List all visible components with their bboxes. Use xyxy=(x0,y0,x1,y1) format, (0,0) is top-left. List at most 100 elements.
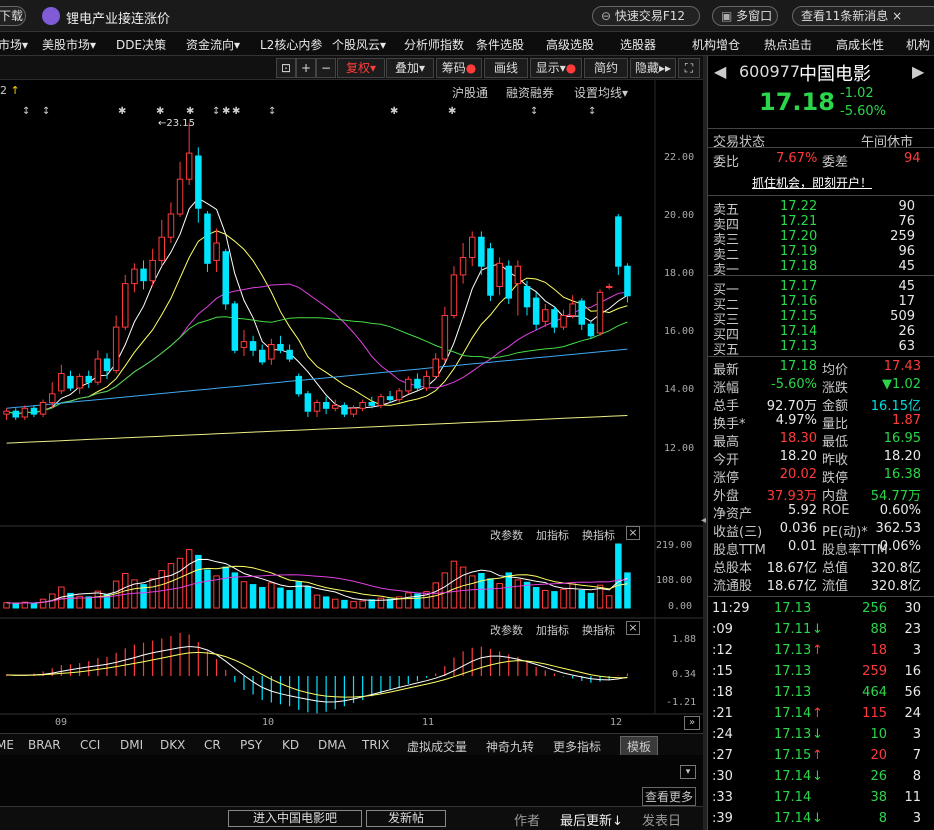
macd-add-indicator-button[interactable]: 加指标 xyxy=(536,622,569,638)
tick-time: :15 xyxy=(712,664,733,679)
tab-virtual-volume[interactable]: 虚拟成交量 xyxy=(407,738,467,755)
candle-body xyxy=(112,326,120,372)
tick-row: :24 17.13 ↓ 10 3 xyxy=(708,727,934,745)
open-account-link[interactable]: 抓住机会，即刻开户！ xyxy=(752,174,872,191)
volume-bar xyxy=(286,590,293,609)
next-stock-icon[interactable]: ▶ xyxy=(912,62,924,81)
tab-psy[interactable]: PSY xyxy=(240,738,262,752)
forum-button[interactable]: 进入中国电影吧 xyxy=(228,810,362,827)
tab-dmi[interactable]: DMI xyxy=(120,738,143,752)
nav-item-us-market[interactable]: 美股市场▾ xyxy=(42,36,96,53)
x-label-12: 12 xyxy=(610,717,623,728)
vol-params-button[interactable]: 改参数 xyxy=(490,527,523,543)
candle-body xyxy=(259,349,266,363)
nav-item-dde[interactable]: DDE决策 xyxy=(116,36,166,53)
volume-bar xyxy=(487,578,494,609)
vol-add-indicator-button[interactable]: 加指标 xyxy=(536,527,569,543)
tab-dkx[interactable]: DKX xyxy=(160,738,185,752)
volume-bar xyxy=(450,560,458,609)
candle-body xyxy=(222,251,229,305)
stat-row: 今开 18.20 昨收 18.20 xyxy=(708,449,934,468)
kline-chart[interactable]: ↕ ↕ ✱ ✱ ✱ ↕ ✱ ✱ ↕ ✱ ✱ ↕ ↕ xyxy=(0,56,703,806)
author-column-header[interactable]: 作者 xyxy=(514,810,540,829)
volume-bar xyxy=(195,554,202,609)
price-tick-14: 14.00 xyxy=(664,384,695,395)
volume-bar xyxy=(158,570,165,609)
ask-price: 17.18 xyxy=(780,259,818,274)
view-more-button[interactable]: 查看更多 xyxy=(642,787,697,806)
nav-item-fund-flow[interactable]: 资金流向▾ xyxy=(186,36,240,53)
event-marker-icon: ✱ xyxy=(448,106,456,117)
new-post-button[interactable]: 发新帖 xyxy=(366,810,446,827)
ma120-line xyxy=(6,415,628,444)
nav-item-hot-chase[interactable]: 热点追击 xyxy=(764,36,812,53)
weicha-label: 委差 xyxy=(822,155,849,170)
tick-up-arrow-icon: ↑ xyxy=(812,643,823,658)
scroll-right-icon[interactable]: » xyxy=(684,716,700,730)
book-divider xyxy=(708,275,934,276)
volume-bar xyxy=(459,566,467,609)
tick-down-arrow-icon: ↓ xyxy=(812,811,823,826)
volume-bar xyxy=(615,543,622,609)
news-ticker[interactable]: 锂电产业接连涨价 xyxy=(66,8,170,27)
bid-price: 17.17 xyxy=(780,279,818,294)
tab-trix[interactable]: TRIX xyxy=(362,738,389,752)
tab-cr[interactable]: CR xyxy=(204,738,221,752)
candle-body xyxy=(587,323,595,337)
tick-volume: 8 xyxy=(878,811,887,826)
tab-more-indicators[interactable]: 更多指标 xyxy=(553,738,601,755)
vol-close-icon[interactable]: × xyxy=(626,526,640,540)
nav-item-condition-select[interactable]: 条件选股 xyxy=(476,36,524,53)
ask-price: 17.21 xyxy=(780,214,818,229)
ask-volume: 76 xyxy=(898,214,915,229)
stat-label: 净资产 xyxy=(713,507,753,522)
volume-bar xyxy=(587,592,595,609)
tab-kd[interactable]: KD xyxy=(282,738,299,752)
bid-volume: 45 xyxy=(898,279,915,294)
nav-item-l2[interactable]: L2核心内参 xyxy=(260,36,322,53)
bid-price: 17.13 xyxy=(780,339,818,354)
tab-me[interactable]: ME xyxy=(0,738,14,752)
candle-body xyxy=(140,268,147,282)
candle-body xyxy=(277,344,284,351)
post-date-column-header[interactable]: 发表日 xyxy=(642,810,681,829)
market-nav: 市场▾ 美股市场▾ DDE决策 资金流向▾ L2核心内参 个股风云▾ 分析师指数… xyxy=(0,32,934,56)
nav-item-institution[interactable]: 机构 xyxy=(906,36,930,53)
view-news-button[interactable]: 查看11条新消息 × xyxy=(792,6,934,26)
volume-bar xyxy=(204,569,211,609)
tab-dma[interactable]: DMA xyxy=(318,738,346,752)
nav-item-inst-increase[interactable]: 机构增仓 xyxy=(692,36,740,53)
ask-volume: 90 xyxy=(898,199,915,214)
stat-value: 0.036 xyxy=(779,521,817,536)
nav-item-stock-picker[interactable]: 选股器 xyxy=(620,36,656,53)
prev-stock-icon[interactable]: ◀ xyxy=(714,62,726,81)
close-icon[interactable]: × xyxy=(892,9,902,23)
volume-bar xyxy=(313,594,321,609)
stat-label: 涨停 xyxy=(713,471,740,486)
download-button[interactable]: 下载 xyxy=(0,6,26,26)
tab-magic-nine[interactable]: 神奇九转 xyxy=(486,738,534,755)
macd-close-icon[interactable]: × xyxy=(626,621,640,635)
collapse-icon[interactable]: ▾ xyxy=(680,765,696,779)
price-change-pct: -5.60% xyxy=(840,104,886,119)
nav-item-advanced-select[interactable]: 高级选股 xyxy=(546,36,594,53)
nav-item-analyst-index[interactable]: 分析师指数 xyxy=(404,36,464,53)
nav-item-market[interactable]: 市场▾ xyxy=(0,36,28,53)
tab-cci[interactable]: CCI xyxy=(80,738,100,752)
tick-row: :15 17.13 259 16 xyxy=(708,664,934,682)
tab-template[interactable]: 模板 xyxy=(620,736,659,757)
quick-trade-button[interactable]: ⊖ 快速交易F12 xyxy=(592,6,700,26)
latest-update-sort[interactable]: 最后更新↓ xyxy=(560,810,623,829)
multi-window-button[interactable]: ▣ 多窗口 xyxy=(712,6,778,26)
stat-value: 18.30 xyxy=(779,431,817,446)
macd-switch-indicator-button[interactable]: 换指标 xyxy=(582,622,615,638)
candle-body xyxy=(185,152,193,180)
nav-item-stock-news[interactable]: 个股风云▾ xyxy=(332,36,386,53)
tick-row: :18 17.13 464 56 xyxy=(708,685,934,703)
macd-params-button[interactable]: 改参数 xyxy=(490,622,523,638)
candle-body xyxy=(450,274,458,316)
tab-brar[interactable]: BRAR xyxy=(28,738,61,752)
nav-item-high-growth[interactable]: 高成长性 xyxy=(836,36,884,53)
candle-body xyxy=(149,259,156,282)
vol-switch-indicator-button[interactable]: 换指标 xyxy=(582,527,615,543)
